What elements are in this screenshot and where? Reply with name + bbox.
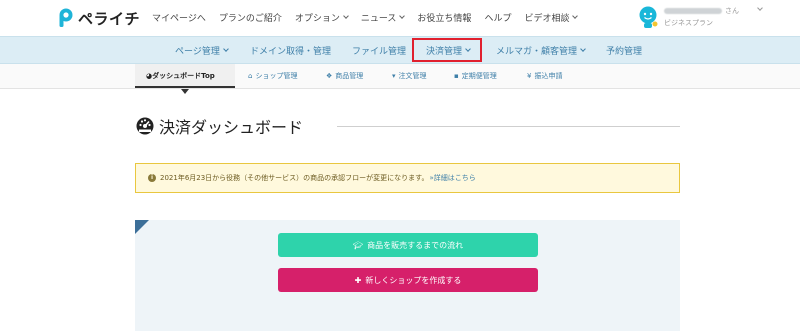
main-nav-reservation[interactable]: 予約管理 — [606, 44, 642, 57]
chevron-down-icon — [343, 13, 349, 19]
main-nav-label: ページ管理 — [175, 47, 220, 57]
top-nav-label: お役立ち情報 — [417, 14, 472, 24]
top-nav-label: ヘルプ — [484, 14, 512, 24]
panel-corner-marker — [135, 220, 149, 234]
cubes-icon: ❖ — [326, 72, 333, 80]
sub-nav-label: 振込申請 — [534, 72, 563, 80]
sub-nav-subscription[interactable]: ▪ 定期便管理 — [454, 71, 497, 81]
sub-nav-dashboard[interactable]: ◕ ダッシュボードTop — [146, 71, 215, 81]
create-shop-button[interactable]: ✚ 新しくショップを作成する — [278, 268, 538, 292]
main-nav-label: 予約管理 — [606, 47, 643, 57]
home-icon: ⌂ — [248, 72, 253, 80]
chevron-down-icon — [580, 46, 586, 52]
main-nav-label: メルマガ・顧客管理 — [496, 47, 578, 57]
top-nav-label: オプション — [294, 14, 340, 24]
title-divider — [337, 126, 680, 127]
notice-details-link[interactable]: »詳細はこちら — [429, 173, 475, 183]
sub-nav-label: 定期便管理 — [461, 72, 497, 80]
logo-mark-icon — [58, 8, 74, 28]
notice-banner: i 2021年6月23日から役務（その他サービス）の商品の承認フローが変更になり… — [135, 163, 680, 193]
top-header: ペライチ マイページへ プランのご紹介 オプション ニュース お役立ち情報 ヘル… — [0, 0, 800, 36]
top-nav: マイページへ プランのご紹介 オプション ニュース お役立ち情報 ヘルプ ビデオ… — [152, 11, 590, 24]
cart-icon: ▾ — [392, 72, 396, 80]
sub-nav-products[interactable]: ❖ 商品管理 — [326, 71, 363, 81]
main-nav-domain[interactable]: ドメイン取得・管理 — [250, 44, 331, 57]
main-nav-label: 決済管理 — [426, 47, 463, 57]
user-name: さん — [664, 6, 739, 16]
main-nav-label: ドメイン取得・管理 — [250, 47, 332, 57]
top-nav-label: ニュース — [360, 14, 397, 24]
main-nav: ページ管理 ドメイン取得・管理 ファイル管理 決済管理 メルマガ・顧客管理 予約… — [0, 36, 800, 64]
sales-flow-button[interactable]: 🎓︎ 商品を販売するまでの流れ — [278, 233, 538, 257]
main-nav-payment[interactable]: 決済管理 — [426, 44, 471, 57]
sub-nav-label: ショップ管理 — [255, 72, 298, 80]
chevron-down-icon — [572, 13, 579, 19]
logo[interactable]: ペライチ — [58, 7, 140, 29]
info-icon: i — [148, 174, 156, 182]
main-nav-label: ファイル管理 — [352, 47, 407, 57]
top-nav-tips[interactable]: お役立ち情報 — [417, 11, 471, 24]
sub-nav-orders[interactable]: ▾ 注文管理 — [392, 71, 427, 81]
top-nav-plans[interactable]: プランのご紹介 — [219, 11, 282, 24]
top-nav-label: ビデオ相談 — [524, 14, 570, 24]
top-nav-news[interactable]: ニュース — [360, 11, 406, 24]
actions-panel: 🎓︎ 商品を販売するまでの流れ ✚ 新しくショップを作成する — [135, 220, 680, 331]
create-shop-button-label: 新しくショップを作成する — [365, 275, 462, 285]
avatar — [638, 6, 658, 28]
main-nav-page-management[interactable]: ページ管理 — [175, 44, 229, 57]
user-plan: ビジネスプラン — [664, 19, 713, 27]
top-nav-label: マイページへ — [152, 14, 206, 24]
notice-text: 2021年6月23日から役務（その他サービス）の商品の承認フローが変更になります… — [160, 174, 429, 182]
sub-nav-shop[interactable]: ⌂ ショップ管理 — [248, 71, 297, 81]
graduation-cap-icon: 🎓︎ — [352, 240, 364, 250]
top-nav-label: プランのご紹介 — [218, 14, 282, 24]
chevron-down-icon — [757, 5, 763, 11]
page-title-text: 決済ダッシュボード — [159, 118, 304, 137]
top-nav-options[interactable]: オプション — [294, 11, 349, 24]
sales-flow-button-label: 商品を販売するまでの流れ — [367, 240, 464, 250]
plus-icon: ✚ — [354, 275, 362, 285]
logo-text: ペライチ — [78, 9, 141, 28]
yen-icon: ¥ — [527, 72, 532, 80]
user-menu[interactable]: さん ビジネスプラン — [638, 5, 778, 31]
sub-nav-transfer[interactable]: ¥ 振込申請 — [527, 71, 562, 81]
dashboard-icon — [136, 117, 154, 135]
top-nav-help[interactable]: ヘルプ — [484, 11, 511, 24]
sub-nav-label: 商品管理 — [335, 72, 364, 80]
page-title: 決済ダッシュボード — [136, 114, 303, 138]
main-nav-newsletter[interactable]: メルマガ・顧客管理 — [496, 44, 586, 57]
chevron-down-icon — [222, 46, 229, 52]
sub-nav-label: ダッシュボードTop — [152, 72, 215, 80]
active-tab-pointer — [181, 89, 189, 94]
top-nav-video-consult[interactable]: ビデオ相談 — [524, 11, 579, 24]
main-nav-files[interactable]: ファイル管理 — [352, 44, 406, 57]
redacted-username — [664, 8, 722, 14]
sub-nav-label: 注文管理 — [398, 72, 427, 80]
top-nav-mypage[interactable]: マイページへ — [152, 11, 206, 24]
user-honorific: さん — [725, 7, 739, 15]
sub-nav: ◕ ダッシュボードTop ⌂ ショップ管理 ❖ 商品管理 ▾ 注文管理 ▪ 定期便管理 ¥… — [0, 64, 800, 89]
chevron-down-icon — [399, 13, 406, 19]
truck-icon: ▪ — [454, 72, 459, 80]
chevron-down-icon — [465, 46, 471, 52]
